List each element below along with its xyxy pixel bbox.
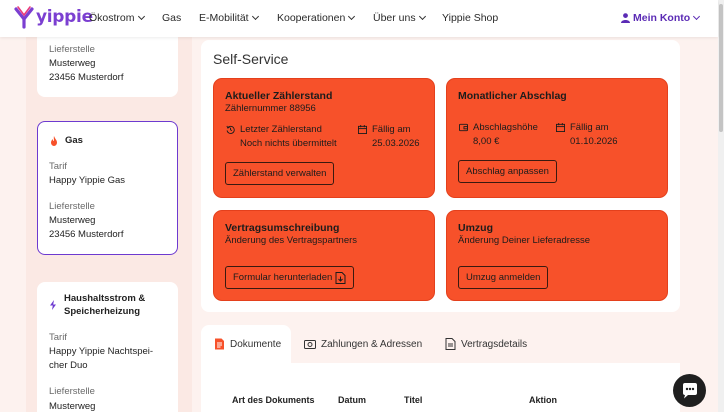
amount-value: 8,00 €	[473, 136, 500, 147]
tarif-label: Tarif	[49, 332, 67, 343]
chevron-down-icon	[693, 12, 701, 21]
due-date: 01.10.2026	[570, 136, 618, 147]
nav-label: Gas	[162, 12, 182, 24]
table-header-art: Art des Dokuments	[232, 395, 315, 405]
street-value: Musterweg	[49, 58, 96, 69]
amount-label: Abschlagshöhe	[473, 122, 538, 133]
register-move-button[interactable]: Umzug anmelden	[458, 266, 549, 289]
account-menu[interactable]: Mein Konto	[621, 12, 701, 24]
nav-label: E-Mobilität	[199, 12, 249, 24]
contract-title: Gas	[65, 135, 83, 146]
relocation-card: Umzug Änderung Deiner Lieferadresse Umzu…	[446, 210, 668, 301]
card-title: Aktueller Zählerstand	[225, 90, 333, 102]
chevron-down-icon	[251, 12, 259, 21]
nav-item-oekostrom[interactable]: Ökostrom	[89, 12, 145, 24]
nav-label: Über uns	[373, 12, 416, 24]
lieferstelle-label: Lieferstelle	[49, 44, 95, 55]
chat-support-button[interactable]	[673, 374, 706, 407]
tarif-value-line2: cher Duo	[49, 360, 88, 371]
scrollbar-thumb[interactable]	[719, 4, 723, 132]
tab-dokumente[interactable]: Dokumente	[201, 325, 291, 363]
contract-transfer-card: Vertragsumschreibung Änderung des Vertra…	[213, 210, 435, 301]
yippie-logo-icon	[14, 6, 34, 29]
chevron-down-icon	[418, 12, 426, 21]
tarif-label: Tarif	[49, 161, 67, 172]
contract-card[interactable]: Lieferstelle Musterweg 23456 Musterdorf	[37, 30, 178, 97]
tarif-value: Happy Yippie Gas	[49, 175, 126, 186]
tab-zahlungen-adressen[interactable]: Zahlungen & Adressen	[304, 325, 422, 363]
street-value: Musterweg	[49, 401, 96, 412]
tab-label: Vertragsdetails	[461, 338, 528, 350]
calendar-icon	[358, 125, 367, 134]
button-label: Abschlag anpassen	[466, 166, 549, 177]
table-header-titel: Titel	[404, 395, 423, 405]
chevron-down-icon	[137, 12, 145, 21]
flame-icon	[51, 136, 57, 146]
payments-icon	[304, 340, 316, 349]
contract-card-haushaltsstrom[interactable]: Haushaltsstrom & Speicherheizung Tarif H…	[37, 282, 178, 412]
due-date: 25.03.2026	[372, 138, 420, 149]
nav-item-kooperationen[interactable]: Kooperationen	[277, 12, 356, 24]
adjust-payment-button[interactable]: Abschlag anpassen	[458, 160, 557, 183]
account-label: Mein Konto	[633, 12, 691, 24]
nav-label: Yippie Shop	[442, 12, 499, 24]
chat-bubble-icon	[682, 382, 697, 398]
download-form-button[interactable]: Formular herunterladen	[225, 266, 355, 289]
button-label: Umzug anmelden	[466, 272, 541, 283]
card-title: Monatlicher Abschlag	[458, 90, 567, 102]
tab-label: Dokumente	[230, 338, 282, 350]
nav-label: Kooperationen	[277, 12, 346, 24]
city-value: 23456 Musterdorf	[49, 72, 124, 83]
contract-document-icon	[445, 338, 456, 350]
chevron-down-icon	[348, 12, 356, 21]
yippie-logo[interactable]: yippie	[14, 5, 93, 29]
logo-text: yippie	[36, 7, 93, 27]
button-label: Formular herunterladen	[233, 272, 333, 283]
table-header-aktion: Aktion	[529, 395, 557, 405]
city-value: 23456 Musterdorf	[49, 229, 124, 240]
page-scrollbar[interactable]	[718, 0, 724, 412]
button-label: Zählerstand verwalten	[233, 168, 327, 179]
card-subtitle: Änderung des Vertragspartners	[225, 235, 358, 246]
last-reading-value: Noch nichts übermittelt	[240, 138, 337, 149]
contract-title-line1: Haushaltsstrom &	[64, 293, 146, 304]
card-title: Vertragsumschreibung	[225, 222, 340, 234]
calendar-icon	[556, 123, 565, 132]
monthly-payment-card: Monatlicher Abschlag Abschlagshöhe 8,00 …	[446, 78, 668, 198]
meter-number: Zählernummer 88956	[225, 103, 316, 114]
table-header-datum: Datum	[338, 395, 367, 405]
meter-reading-card: Aktueller Zählerstand Zählernummer 88956…	[213, 78, 435, 198]
history-icon	[226, 125, 235, 134]
manage-meter-reading-button[interactable]: Zählerstand verwalten	[225, 162, 335, 185]
nav-item-yippie-shop[interactable]: Yippie Shop	[442, 12, 498, 24]
lightning-icon	[50, 300, 56, 310]
download-document-icon	[335, 271, 346, 284]
tarif-value-line1: Happy Yippie Nachtspei-	[49, 346, 154, 357]
nav-label: Ökostrom	[89, 12, 135, 24]
self-service-title: Self-Service	[213, 51, 289, 67]
due-label: Fällig am	[372, 124, 411, 135]
tab-label: Zahlungen & Adressen	[321, 338, 423, 350]
tab-vertragsdetails[interactable]: Vertragsdetails	[445, 325, 527, 363]
last-reading-label: Letzter Zählerstand	[240, 124, 322, 135]
nav-item-gas[interactable]: Gas	[162, 12, 181, 24]
contract-title-line2: Speicherheizung	[64, 306, 141, 317]
street-value: Musterweg	[49, 215, 96, 226]
nav-item-ueber-uns[interactable]: Über uns	[373, 12, 426, 24]
wallet-icon	[459, 123, 468, 132]
document-icon	[215, 338, 224, 350]
contract-card-gas[interactable]: Gas Tarif Happy Yippie Gas Lieferstelle …	[37, 121, 178, 255]
user-icon	[621, 13, 630, 23]
card-title: Umzug	[458, 222, 493, 234]
nav-item-e-mobilitaet[interactable]: E-Mobilität	[199, 12, 259, 24]
lieferstelle-label: Lieferstelle	[49, 201, 95, 212]
card-subtitle: Änderung Deiner Lieferadresse	[458, 235, 591, 246]
lieferstelle-label: Lieferstelle	[49, 386, 95, 397]
top-navigation-bar: yippie Ökostrom Gas E-Mobilität Kooperat…	[0, 0, 718, 37]
due-label: Fällig am	[570, 122, 609, 133]
